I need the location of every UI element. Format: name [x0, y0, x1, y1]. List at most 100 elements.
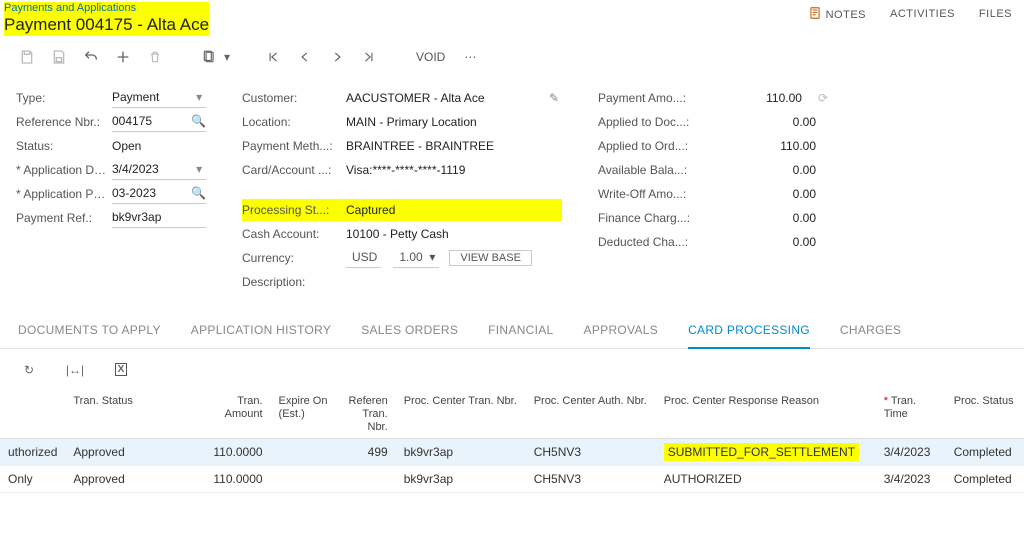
cell: CH5NV3	[526, 439, 656, 466]
currency-code[interactable]: USD	[346, 248, 381, 268]
cur-label: Currency:	[242, 251, 346, 265]
cust-value: AACUSTOMER - Alta Ace	[346, 91, 546, 105]
grid-fit-button[interactable]: |↔|	[62, 357, 88, 383]
col-pc-tran[interactable]: Proc. Center Tran. Nbr.	[396, 391, 526, 439]
loc-value: MAIN - Primary Location	[346, 115, 562, 129]
tab-approvals[interactable]: APPROVALS	[584, 313, 659, 348]
col-ref-tran[interactable]: Referen Tran. Nbr.	[341, 391, 396, 439]
cell: 110.0000	[205, 439, 270, 466]
cell	[271, 466, 341, 493]
search-icon[interactable]: 🔍	[191, 114, 206, 128]
cell: SUBMITTED_FOR_SETTLEMENT	[656, 439, 876, 466]
cell: Completed	[946, 439, 1024, 466]
save-button[interactable]	[46, 44, 72, 70]
avail-label: Available Bala...:	[598, 163, 708, 177]
card-label: Card/Account ...:	[242, 163, 346, 177]
cell: uthorized	[0, 439, 65, 466]
clipboard-button[interactable]	[196, 44, 222, 70]
rate-value: 1.00	[399, 250, 422, 264]
tab-documents[interactable]: DOCUMENTS TO APPLY	[18, 313, 161, 348]
col-expire[interactable]: Expire On (Est.)	[271, 391, 341, 439]
cell: Only	[0, 466, 65, 493]
appdate-input[interactable]	[112, 162, 192, 176]
tab-card-processing[interactable]: CARD PROCESSING	[688, 313, 810, 349]
wo-label: Write-Off Amo...:	[598, 187, 708, 201]
grid-refresh-button[interactable]: ↻	[16, 357, 42, 383]
chevron-down-icon[interactable]: ▾	[192, 90, 206, 104]
form-area: Type:▾ Reference Nbr.:🔍 Status:Open * Ap…	[0, 81, 1024, 305]
refresh-icon[interactable]: ⟳	[818, 91, 828, 105]
cell: 499	[341, 439, 396, 466]
col-pc-reason[interactable]: Proc. Center Response Reason	[656, 391, 876, 439]
avail-value: 0.00	[708, 163, 828, 177]
amt-value: 110.00	[708, 91, 814, 105]
fin-value: 0.00	[708, 211, 828, 225]
apppe-field[interactable]: 🔍	[112, 184, 206, 204]
last-button[interactable]	[356, 44, 382, 70]
add-button[interactable]	[110, 44, 136, 70]
chevron-down-icon[interactable]: ▾	[192, 162, 206, 176]
notes-link[interactable]: NOTES	[808, 6, 866, 21]
col-tran-time[interactable]: * Tran. Time	[876, 391, 946, 439]
ps-value: Captured	[346, 203, 562, 217]
delete-button[interactable]	[142, 44, 168, 70]
tab-sales-orders[interactable]: SALES ORDERS	[361, 313, 458, 348]
col-tran-status[interactable]: Tran. Status	[65, 391, 205, 439]
undo-button[interactable]	[78, 44, 104, 70]
cell: bk9vr3ap	[396, 466, 526, 493]
apppe-input[interactable]	[112, 186, 191, 200]
ded-value: 0.00	[708, 235, 828, 249]
pm-label: Payment Meth...:	[242, 139, 346, 153]
tabs: DOCUMENTS TO APPLY APPLICATION HISTORY S…	[0, 313, 1024, 349]
cell: 110.0000	[205, 466, 270, 493]
search-icon[interactable]: 🔍	[191, 186, 206, 200]
type-label: Type:	[16, 91, 112, 105]
toolbar: ▾ VOID ⋯	[0, 36, 1024, 81]
desc-label: Description:	[242, 275, 346, 289]
form-col-1: Type:▾ Reference Nbr.:🔍 Status:Open * Ap…	[16, 87, 206, 295]
clipboard-dropdown[interactable]: ▾	[222, 44, 232, 70]
prev-button[interactable]	[292, 44, 318, 70]
currency-rate[interactable]: 1.00 ▾	[393, 248, 439, 268]
first-button[interactable]	[260, 44, 286, 70]
ref-field[interactable]: 🔍	[112, 112, 206, 132]
more-button[interactable]: ⋯	[457, 44, 483, 70]
type-field[interactable]: ▾	[112, 88, 206, 108]
appdate-field[interactable]: ▾	[112, 160, 206, 180]
tab-charges[interactable]: CHARGES	[840, 313, 901, 348]
payref-input[interactable]	[112, 210, 206, 224]
cell: 3/4/2023	[876, 466, 946, 493]
table-row[interactable]: uthorizedApproved110.0000499bk9vr3apCH5N…	[0, 439, 1024, 466]
save-close-button[interactable]	[14, 44, 40, 70]
pencil-icon[interactable]: ✎	[546, 91, 562, 105]
form-col-3: Payment Amo...:110.00⟳ Applied to Doc...…	[598, 87, 828, 295]
fin-label: Finance Charg...:	[598, 211, 708, 225]
appdoc-value: 0.00	[708, 115, 828, 129]
view-base-button[interactable]: VIEW BASE	[449, 250, 532, 266]
table-row[interactable]: OnlyApproved110.0000bk9vr3apCH5NV3AUTHOR…	[0, 466, 1024, 493]
ref-input[interactable]	[112, 114, 191, 128]
cell: AUTHORIZED	[656, 466, 876, 493]
cell: 3/4/2023	[876, 439, 946, 466]
next-button[interactable]	[324, 44, 350, 70]
col-c0[interactable]	[0, 391, 65, 439]
col-proc-status[interactable]: Proc. Status	[946, 391, 1024, 439]
payref-field[interactable]	[112, 208, 206, 228]
tab-app-history[interactable]: APPLICATION HISTORY	[191, 313, 331, 348]
col-tran-amount[interactable]: Tran. Amount	[205, 391, 270, 439]
page-title: Payment 004175 - Alta Ace	[4, 15, 209, 35]
cell: Completed	[946, 466, 1024, 493]
files-link[interactable]: FILES	[979, 8, 1012, 20]
ded-label: Deducted Cha...:	[598, 235, 708, 249]
type-input[interactable]	[112, 90, 192, 104]
cash-label: Cash Account:	[242, 227, 346, 241]
breadcrumb[interactable]: Payments and Applications	[4, 2, 209, 15]
appdate-label: * Application Date:	[16, 163, 112, 177]
currency-field: USD 1.00 ▾ VIEW BASE	[346, 248, 562, 268]
tab-financial[interactable]: FINANCIAL	[488, 313, 553, 348]
title-block: Payments and Applications Payment 004175…	[4, 2, 209, 36]
grid-export-button[interactable]: X	[108, 357, 134, 383]
col-pc-auth[interactable]: Proc. Center Auth. Nbr.	[526, 391, 656, 439]
void-button[interactable]: VOID	[410, 50, 451, 64]
activities-link[interactable]: ACTIVITIES	[890, 8, 955, 20]
